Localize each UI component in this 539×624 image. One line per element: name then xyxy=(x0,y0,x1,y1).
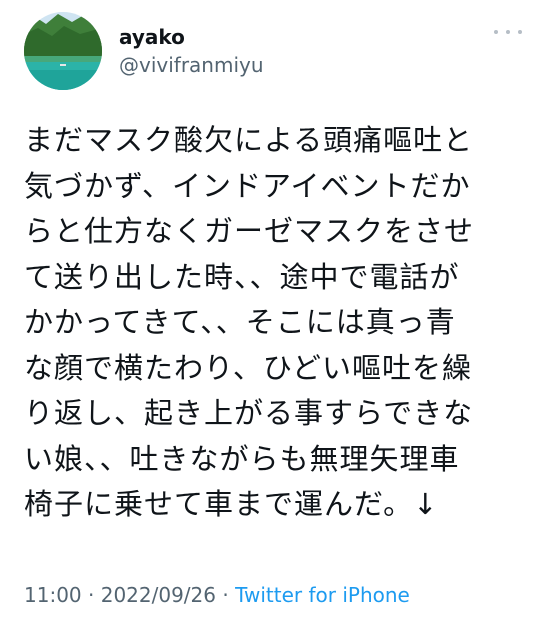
user-handle[interactable]: @vivifranmiyu xyxy=(119,53,264,77)
more-dots-icon[interactable] xyxy=(494,22,522,42)
more-dot xyxy=(494,30,498,34)
lake-forest-avatar-image xyxy=(24,12,102,90)
more-dot xyxy=(506,30,510,34)
avatar[interactable] xyxy=(24,12,102,90)
meta-separator: · xyxy=(81,583,101,607)
tweet-meta: 11:00 · 2022/09/26 · Twitter for iPhone xyxy=(24,583,410,607)
more-dot xyxy=(518,30,522,34)
tweet-text: まだマスク酸欠による頭痛嘔吐と 気づかず、インドアイベントだか らと仕方なくガー… xyxy=(24,123,475,521)
tweet-time[interactable]: 11:00 xyxy=(24,583,82,607)
tweet-date[interactable]: 2022/09/26 xyxy=(101,583,216,607)
meta-separator: · xyxy=(216,583,236,607)
tweet-source-link[interactable]: Twitter for iPhone xyxy=(235,583,410,607)
display-name[interactable]: ayako xyxy=(119,25,185,49)
